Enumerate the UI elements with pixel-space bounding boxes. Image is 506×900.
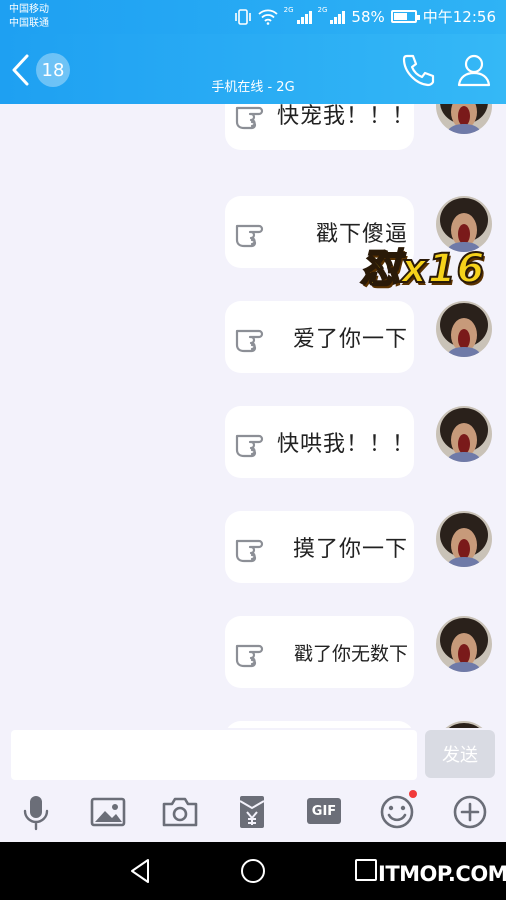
network-type-1: 2G xyxy=(283,6,294,14)
signal-icon xyxy=(330,10,346,24)
message-text: 摸了你一下 xyxy=(292,537,408,562)
poke-finger-icon xyxy=(235,106,264,130)
send-button[interactable]: 发送 xyxy=(425,730,495,778)
message-row: 快宠我！！！ xyxy=(0,104,506,158)
back-triangle-icon xyxy=(131,859,149,883)
message-row: 快哄我！！！ xyxy=(0,406,506,486)
wifi-icon xyxy=(258,9,278,25)
poke-finger-icon xyxy=(235,539,264,563)
gif-button[interactable]: GIF xyxy=(305,792,345,832)
watermark: ITMOP.COM xyxy=(378,862,506,886)
poke-finger-icon xyxy=(235,644,264,668)
image-button[interactable] xyxy=(88,792,128,832)
message-bubble[interactable]: 戳了你无数下 xyxy=(225,616,414,688)
more-button[interactable] xyxy=(450,792,490,832)
nav-home-button[interactable] xyxy=(238,856,268,886)
gif-icon: GIF xyxy=(307,798,341,824)
clock: 中午12:56 xyxy=(422,8,496,26)
emoji-icon xyxy=(380,795,414,829)
chat-message-list[interactable]: 快宠我！！！ 戳下傻逼 爱了你一下 快哄我！！！ 摸了你一下 戳了你无数下 怼x… xyxy=(0,104,506,728)
carrier-2: 中国联通 xyxy=(9,18,49,29)
avatar-image xyxy=(436,104,492,134)
profile-button[interactable] xyxy=(454,50,494,90)
message-text: 快哄我！！！ xyxy=(277,432,416,457)
battery-percent: 58% xyxy=(351,7,385,26)
message-bubble[interactable]: 摸了你一下 xyxy=(225,511,414,583)
camera-button[interactable] xyxy=(160,792,200,832)
vibrate-icon xyxy=(234,8,251,25)
avatar[interactable] xyxy=(436,511,492,567)
image-icon xyxy=(90,797,126,827)
avatar-image xyxy=(436,721,492,728)
avatar[interactable] xyxy=(436,616,492,672)
camera-icon xyxy=(162,797,198,827)
chat-header: 18 手机在线 - 2G xyxy=(0,34,506,104)
carrier-1: 中国移动 xyxy=(9,4,49,15)
phone-icon xyxy=(402,54,435,87)
poke-finger-icon xyxy=(235,434,264,458)
status-bar: 中国移动 中国联通 2G 2G 58% 中午12:56 xyxy=(0,0,506,34)
message-row: 摸了你一下 xyxy=(0,511,506,591)
message-text: 快宠我！！！ xyxy=(277,104,416,129)
voice-button[interactable] xyxy=(16,792,56,832)
battery-icon xyxy=(390,10,420,23)
message-text: 戳了你无数下 xyxy=(293,642,408,665)
profile-icon xyxy=(457,54,491,87)
message-row: 戳了你无数下 xyxy=(0,616,506,696)
message-row: 爱了你一下 xyxy=(0,301,506,381)
poke-finger-icon xyxy=(235,329,264,353)
input-toolbar: GIF xyxy=(0,784,506,842)
signal-icon xyxy=(296,10,312,24)
poke-finger-icon xyxy=(235,224,264,248)
voice-call-button[interactable] xyxy=(398,50,438,90)
message-bubble[interactable]: 爱了你一下 xyxy=(225,301,414,373)
battery-level xyxy=(393,13,407,20)
emoji-button[interactable] xyxy=(377,790,417,832)
message-bubble[interactable] xyxy=(225,721,414,728)
message-row xyxy=(0,721,506,728)
red-packet-icon xyxy=(239,796,265,828)
avatar[interactable] xyxy=(436,406,492,462)
system-navigation-bar: ITMOP.COM xyxy=(0,842,506,900)
message-bubble[interactable]: 快宠我！！！ xyxy=(225,104,414,150)
avatar[interactable] xyxy=(436,721,492,728)
avatar[interactable] xyxy=(436,301,492,357)
poke-combo-badge: 怼x16 xyxy=(359,245,486,293)
message-input[interactable] xyxy=(11,730,417,780)
message-text: 爱了你一下 xyxy=(292,327,408,352)
avatar[interactable] xyxy=(436,104,492,134)
avatar-image xyxy=(436,406,492,462)
home-circle-icon xyxy=(241,859,265,883)
network-type-2: 2G xyxy=(317,6,328,14)
status-indicators: 2G 2G 58% 中午12:56 xyxy=(234,6,496,27)
avatar-image xyxy=(436,301,492,357)
nav-back-button[interactable] xyxy=(126,856,156,886)
notification-dot xyxy=(409,790,417,798)
red-packet-button[interactable] xyxy=(232,792,272,832)
message-bubble[interactable]: 快哄我！！！ xyxy=(225,406,414,478)
avatar-image xyxy=(436,511,492,567)
avatar-image xyxy=(436,616,492,672)
input-bar: 发送 xyxy=(0,728,506,784)
microphone-icon xyxy=(23,796,49,831)
carrier-info: 中国移动 中国联通 xyxy=(9,3,49,31)
plus-icon xyxy=(453,795,487,829)
